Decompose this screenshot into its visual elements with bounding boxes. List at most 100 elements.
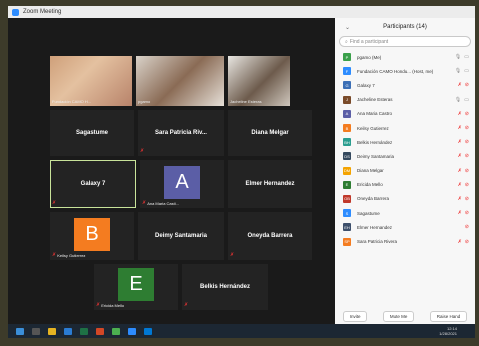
avatar: S — [343, 209, 351, 218]
title-bar: Zoom Meeting — [8, 6, 475, 18]
participant-row[interactable]: OB Oneyda Barrera ✗ ⊘ — [335, 192, 475, 206]
muted-mic-icon: ✗ — [457, 139, 462, 146]
start-icon[interactable] — [16, 327, 24, 335]
muted-mic-icon: ✗ — [457, 82, 462, 89]
excel-icon[interactable] — [80, 327, 88, 335]
participant-row[interactable]: SP Sara Patricia Rivera ✗ ⊘ — [335, 234, 475, 248]
muted-mic-icon: ✗ — [457, 210, 462, 217]
clock-date: 1/28/2021 — [439, 331, 457, 336]
participant-row[interactable]: DM Diana Melgar ✗ ⊘ — [335, 164, 475, 178]
chevron-down-icon[interactable]: ⌄ — [345, 24, 350, 31]
participant-status: ✗ ⊘ — [458, 210, 469, 216]
muted-mic-icon: ✗ — [140, 148, 145, 154]
name-tile-diana[interactable]: Diana Melgar — [228, 110, 312, 156]
avatar: SP — [343, 237, 351, 246]
folder-icon[interactable] — [48, 327, 56, 335]
participant-name: Fundación CAMO Hondu... (Host, me) — [357, 68, 434, 74]
camera-off-icon: ⊘ — [464, 181, 469, 188]
muted-mic-icon: ✗ — [457, 167, 462, 174]
participant-row[interactable]: BH Belkis Hernández ✗ ⊘ — [335, 135, 475, 149]
tile-name: Deimy Santamaria — [154, 233, 208, 239]
tile-label: Keilsy Gutierrez — [57, 252, 86, 258]
muted-mic-icon: ✗ — [142, 200, 147, 206]
muted-mic-icon: ✗ — [457, 238, 462, 245]
video-tile-fundacion[interactable]: Fundación CAMO H... — [50, 56, 132, 106]
avatar: A — [343, 109, 351, 118]
participant-row[interactable]: G Galaxy 7 ✗ ⊘ — [335, 78, 475, 92]
invite-button[interactable]: Invite — [342, 310, 368, 322]
participant-row[interactable]: A Ana Maria Castro ✗ ⊘ — [335, 107, 475, 121]
camera-icon: ▭ — [464, 54, 469, 61]
edge-icon[interactable] — [144, 327, 152, 335]
participant-status: ⊘ — [465, 224, 469, 230]
participant-row[interactable]: B Keilsy Gutierrez ✗ ⊘ — [335, 121, 475, 135]
participant-row[interactable]: J Jacheline Esteras 🎙 ▭ — [335, 93, 475, 107]
participant-status: ✗ ⊘ — [458, 82, 469, 88]
avatar-tile-keilsy[interactable]: B ✗ Keilsy Gutierrez — [50, 212, 134, 260]
name-tile-elmer[interactable]: Elmer Hernandez — [228, 160, 312, 208]
participant-status: ✗ ⊘ — [458, 168, 469, 174]
tile-label: Jacheline Esteras — [230, 99, 262, 104]
panel-title: Participants (14) — [383, 24, 427, 30]
search-icon: ⌕ — [345, 38, 348, 45]
name-tile-deimy[interactable]: Deimy Santamaria — [138, 212, 224, 260]
name-tile-sara[interactable]: Sara Patricia Riv... ✗ — [138, 110, 224, 156]
participant-name: Oneyda Barrera — [357, 196, 390, 202]
avatar: J — [343, 95, 351, 104]
muted-mic-icon: ✗ — [52, 252, 57, 258]
participant-status: ✗ ⊘ — [458, 182, 469, 188]
powerpoint-icon[interactable] — [96, 327, 104, 335]
mute-me-button[interactable]: Mute Me — [382, 310, 415, 322]
search-taskbar-icon[interactable] — [32, 327, 40, 335]
search-input[interactable]: ⌕ Find a participant — [339, 36, 471, 47]
windows-taskbar: 12:14 1/28/2021 — [8, 324, 475, 338]
tile-label: pgamo — [138, 99, 151, 104]
avatar: P — [343, 53, 351, 62]
zoom-taskbar-icon[interactable] — [128, 327, 136, 335]
video-tile-pgamo[interactable]: pgamo — [136, 56, 224, 106]
avatar-tile-ana[interactable]: A ✗ Ana Maria Casti... — [140, 160, 224, 208]
participant-status: 🎙 ▭ — [455, 68, 469, 74]
name-tile-oneyda[interactable]: Oneyda Barrera ✗ — [228, 212, 312, 260]
tile-label: Fundación CAMO H... — [52, 99, 92, 104]
participant-name: Galaxy 7 — [357, 82, 375, 88]
muted-mic-icon: ✗ — [230, 252, 235, 258]
search-placeholder: Find a participant — [349, 38, 389, 45]
camera-off-icon: ⊘ — [464, 110, 469, 117]
participant-row[interactable]: EH Elmer Hernandez ⊘ — [335, 220, 475, 234]
name-tile-galaxy-active[interactable]: Galaxy 7 ✗ — [50, 160, 136, 208]
participant-name: Ana Maria Castro — [357, 111, 393, 117]
video-tile-jacheline[interactable]: Jacheline Esteras — [228, 56, 290, 106]
participant-row[interactable]: F Fundación CAMO Hondu... (Host, me) 🎙 ▭ — [335, 64, 475, 78]
word-icon[interactable] — [64, 327, 72, 335]
muted-mic-icon: ✗ — [457, 181, 462, 188]
camera-off-icon: ⊘ — [464, 210, 469, 217]
avatar: F — [343, 67, 351, 76]
camera-off-icon: ⊘ — [464, 153, 469, 160]
participant-row[interactable]: Ppgamo (Me) 🎙 ▭ — [335, 50, 475, 64]
participant-row[interactable]: DS Deimy Santamaria ✗ ⊘ — [335, 149, 475, 163]
participant-row[interactable]: S Sagastume ✗ ⊘ — [335, 206, 475, 220]
camera-icon: ▭ — [464, 68, 469, 75]
raise-hand-button[interactable]: Raise Hand — [429, 310, 468, 322]
camera-icon: ▭ — [464, 96, 469, 103]
participant-row[interactable]: E Ericida Mello ✗ ⊘ — [335, 178, 475, 192]
zoom-logo-icon — [12, 8, 19, 16]
participant-status: ✗ ⊘ — [458, 153, 469, 159]
avatar: DM — [343, 166, 351, 175]
camera-off-icon: ⊘ — [464, 139, 469, 146]
chrome-icon[interactable] — [112, 327, 120, 335]
avatar: BH — [343, 138, 351, 147]
participant-status: ✗ ⊘ — [458, 196, 469, 202]
participant-status: 🎙 ▭ — [455, 54, 469, 60]
muted-mic-icon: ✗ — [457, 195, 462, 202]
name-tile-sagastume[interactable]: Sagastume — [50, 110, 134, 156]
avatar: DS — [343, 152, 351, 161]
tile-name: Sara Patricia Riv... — [155, 130, 207, 136]
participant-name: Elmer Hernandez — [357, 224, 393, 230]
participant-name: Diana Melgar — [357, 168, 384, 174]
name-tile-belkis[interactable]: Belkis Hernández ✗ — [182, 264, 268, 310]
avatar-tile-ericida[interactable]: E ✗ Ericida Mello — [94, 264, 178, 310]
muted-mic-icon: ✗ — [184, 302, 189, 308]
avatar: B — [74, 218, 110, 251]
